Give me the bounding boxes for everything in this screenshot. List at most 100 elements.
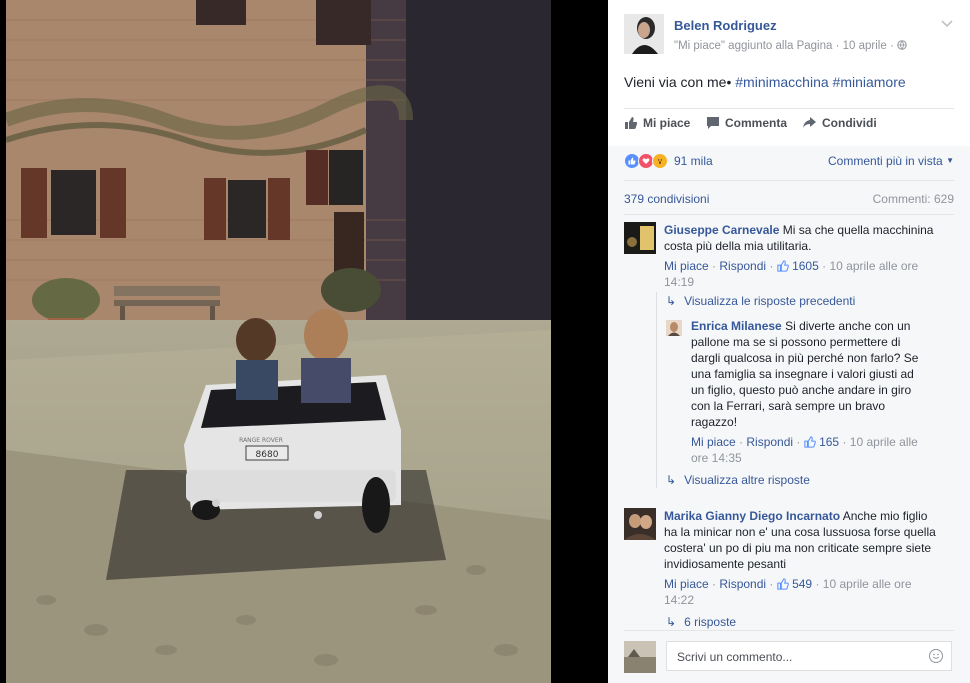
reply-likes[interactable]: 165 (804, 435, 843, 449)
share-label: Condividi (822, 116, 877, 130)
comment-reply-link[interactable]: Rispondi (719, 577, 766, 591)
view-previous-replies-link[interactable]: ↳ Visualizza le risposte precedenti (666, 294, 855, 308)
reply-arrow-icon: ↳ (666, 615, 677, 629)
commenter-name[interactable]: Marika Gianny Diego Incarnato (664, 509, 840, 523)
reply-text: Enrica Milanese Si diverte anche con un … (691, 318, 961, 430)
post-actions: Mi piace Commenta Condividi (624, 116, 956, 136)
comment-meta: Mi piace · Rispondi · 1605 · 10 aprile a… (664, 259, 919, 289)
divider (624, 108, 954, 109)
reply-item: Enrica Milanese Si diverte anche con un … (666, 318, 962, 468)
post-photo[interactable]: 8680 RANGE ROVER (6, 0, 551, 683)
author-name[interactable]: Belen Rodriguez (674, 18, 777, 33)
reply-likes-count: 165 (819, 435, 840, 449)
wow-reaction-icon (652, 153, 668, 169)
view-previous-label: Visualizza le risposte precedenti (684, 294, 856, 308)
comment-likes-count: 549 (792, 577, 813, 591)
reply-text-line: dargli qualcosa in più perché non farlo?… (691, 351, 919, 365)
reply-text-line: pallone ma se si possono permettere di (691, 335, 901, 349)
comment-likes-count: 1605 (792, 259, 819, 273)
divider (624, 214, 954, 215)
author-avatar[interactable] (624, 14, 664, 54)
comment-meta: Mi piace · Rispondi · 549 · 10 aprile al… (664, 577, 912, 607)
reply-reply-link[interactable]: Rispondi (746, 435, 793, 449)
post-header: Belen Rodriguez "Mi piace" aggiunto alla… (624, 14, 956, 58)
hashtag-miniamore[interactable]: #miniamore (833, 74, 906, 90)
globe-icon (897, 40, 907, 52)
chevron-down-icon[interactable] (940, 16, 956, 32)
reactions-count[interactable]: 91 mila (674, 154, 713, 168)
meta-date[interactable]: 10 aprile (843, 40, 887, 52)
replies-count-link[interactable]: ↳ 6 risposte (666, 615, 736, 629)
view-more-replies-link[interactable]: ↳ Visualizza altre risposte (666, 473, 810, 487)
divider (624, 630, 954, 631)
thumbs-up-icon (804, 436, 816, 448)
comments-section: 91 mila Commenti più in vista ▼ 379 cond… (608, 146, 970, 683)
comment-label: Commenta (725, 116, 788, 130)
reply-text-line: un figlio, questo può anche andare in gi… (691, 383, 912, 397)
meta-separator: · (835, 40, 843, 52)
comment-date-line[interactable]: 14:19 (664, 275, 694, 289)
sort-label: Commenti più in vista (828, 154, 943, 168)
comment-likes[interactable]: 549 (777, 577, 816, 591)
viewer-avatar (624, 641, 656, 673)
divider (624, 180, 954, 181)
comment-reply-link[interactable]: Rispondi (719, 259, 766, 273)
hashtag-minimacchina[interactable]: #minimacchina (735, 74, 828, 90)
reply-date-line[interactable]: ore 14:35 (691, 451, 742, 465)
shares-count[interactable]: 379 condivisioni (624, 192, 709, 206)
post-message: Vieni via con me• (624, 74, 732, 90)
view-more-label: Visualizza altre risposte (684, 473, 810, 487)
comment-like-link[interactable]: Mi piace (664, 259, 709, 273)
replier-avatar[interactable] (666, 320, 682, 336)
comment-icon (706, 116, 720, 130)
comment-text: Giuseppe Carnevale Mi sa che quella macc… (664, 222, 956, 254)
comment-text-line: ha la minicar non e' una cosa lussuosa f… (664, 525, 936, 539)
comment-body: Giuseppe Carnevale Mi sa che quella macc… (664, 222, 956, 290)
comment-text-line: Anche mio figlio (842, 509, 928, 523)
thumbs-up-icon (777, 578, 789, 590)
comment-text-line: Mi sa che quella macchinina (782, 223, 934, 237)
share-button[interactable]: Condividi (802, 116, 877, 130)
comment-button[interactable]: Commenta (706, 116, 787, 130)
reply-like-link[interactable]: Mi piace (691, 435, 736, 449)
meta-separator: · (889, 40, 897, 52)
comment-date-line[interactable]: 14:22 (664, 593, 694, 607)
meta-activity: "Mi piace" aggiunto alla Pagina (674, 40, 833, 52)
comment-like-link[interactable]: Mi piace (664, 577, 709, 591)
comment-composer: Scrivi un commento... (624, 639, 960, 675)
like-button[interactable]: Mi piace (624, 116, 690, 130)
comments-sort-dropdown[interactable]: Commenti più in vista ▼ (828, 154, 954, 168)
comment-text-line: costera' un po di piu ma non criticate s… (664, 541, 932, 555)
replies-count-label: 6 risposte (684, 615, 737, 629)
commenter-avatar[interactable] (624, 508, 656, 540)
commenter-avatar[interactable] (624, 222, 656, 254)
thumbs-up-icon (624, 116, 638, 130)
comment-item: Marika Gianny Diego Incarnato Anche mio … (624, 508, 954, 628)
smiley-icon[interactable] (929, 649, 943, 663)
reply-text-line: con la Ferrari, sarà sempre un bravo (691, 399, 886, 413)
replier-name[interactable]: Enrica Milanese (691, 319, 782, 333)
photo-pane: 8680 RANGE ROVER (0, 0, 608, 683)
thumbs-up-icon (777, 260, 789, 272)
comment-input[interactable]: Scrivi un commento... (666, 641, 952, 671)
reply-arrow-icon: ↳ (666, 294, 677, 308)
post-text: Vieni via con me• #minimacchina #miniamo… (624, 74, 906, 90)
reactions-summary[interactable]: 91 mila (624, 153, 713, 169)
caret-down-icon: ▼ (946, 156, 954, 165)
reply-arrow-icon: ↳ (666, 473, 677, 487)
comment-date[interactable]: 10 aprile alle ore (829, 259, 918, 273)
post-meta: "Mi piace" aggiunto alla Pagina · 10 apr… (674, 40, 907, 52)
share-arrow-icon (802, 116, 817, 130)
reply-meta: Mi piace · Rispondi · 165 · 10 aprile al… (691, 435, 918, 465)
comment-date[interactable]: 10 aprile alle ore (823, 577, 912, 591)
photo-viewer: 8680 RANGE ROVER Belen Rodriguez "Mi pia… (0, 0, 970, 683)
comment-placeholder: Scrivi un commento... (677, 650, 793, 664)
comment-text: Marika Gianny Diego Incarnato Anche mio … (664, 508, 956, 572)
comment-likes[interactable]: 1605 (777, 259, 822, 273)
reply-body: Enrica Milanese Si diverte anche con un … (691, 318, 961, 466)
reply-text-line: ragazzo! (691, 415, 738, 429)
reply-text-line: Si diverte anche con un (785, 319, 911, 333)
comment-body: Marika Gianny Diego Incarnato Anche mio … (664, 508, 956, 608)
reply-date[interactable]: 10 aprile alle (850, 435, 918, 449)
commenter-name[interactable]: Giuseppe Carnevale (664, 223, 779, 237)
